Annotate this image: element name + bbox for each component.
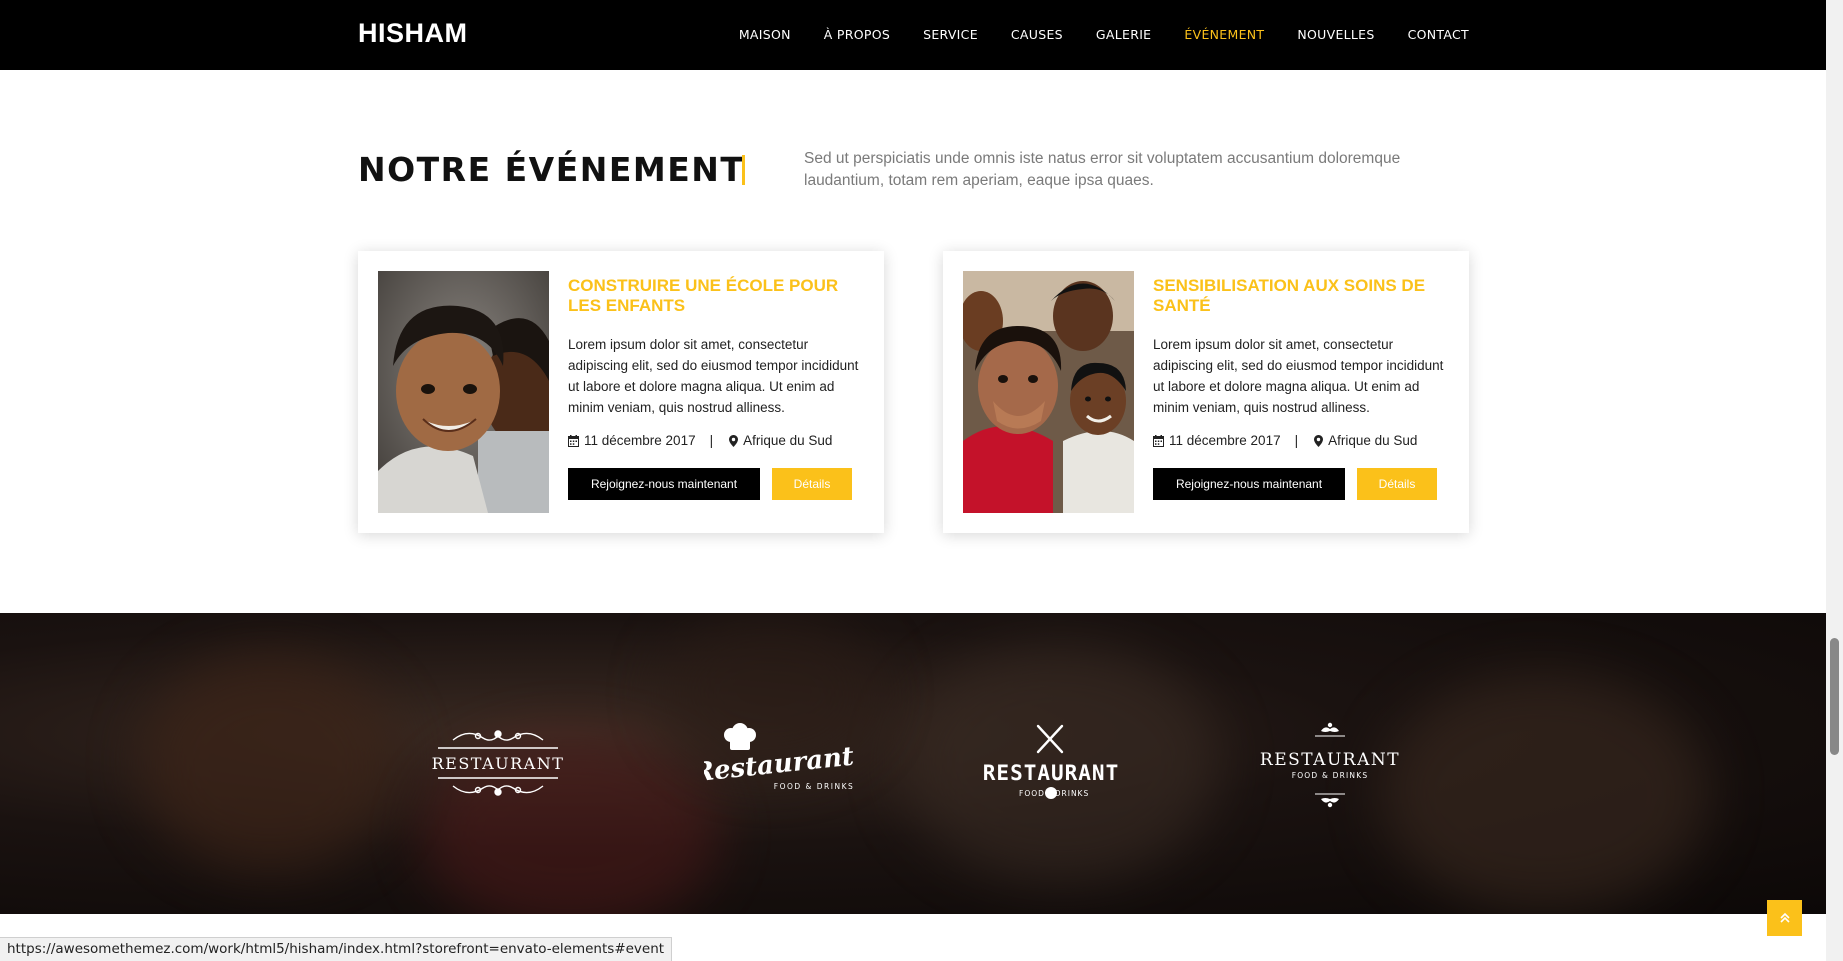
chef-hat-icon	[724, 723, 756, 750]
double-chevron-up-icon	[1779, 912, 1790, 923]
event-text: Lorem ipsum dolor sit amet, consectetur …	[568, 337, 859, 415]
title-divider	[742, 155, 745, 185]
back-to-top-button[interactable]	[1767, 900, 1802, 936]
main-nav: MAISON À PROPOS SERVICE CAUSES GALERIE É…	[739, 27, 1469, 42]
details-button[interactable]: Détails	[772, 468, 852, 500]
nav-item-causes[interactable]: CAUSES	[1011, 27, 1063, 42]
scrollbar-thumb[interactable]	[1830, 638, 1839, 755]
nav-item-service[interactable]: SERVICE	[923, 27, 978, 42]
event-location: Afrique du Sud	[1314, 433, 1417, 448]
details-button[interactable]: Détails	[1357, 468, 1437, 500]
logo-3-sub-left: FOOD	[1019, 789, 1045, 798]
event-card-body: SENSIBILISATION AUX SOINS DE SANTÉ Lorem…	[1153, 276, 1453, 500]
map-pin-icon	[1314, 434, 1324, 447]
event-actions: Rejoignez-nous maintenant Détails	[1153, 468, 1453, 500]
map-pin-icon	[729, 434, 739, 447]
background-blur	[1380, 673, 1710, 913]
nav-item-maison[interactable]: MAISON	[739, 27, 791, 42]
logo-1-word: RESTAURANT	[432, 754, 565, 773]
restaurant-logo-1[interactable]: RESTAURANT	[423, 718, 573, 808]
join-button[interactable]: Rejoignez-nous maintenant	[568, 468, 760, 500]
event-location-text: Afrique du Sud	[1328, 433, 1418, 448]
event-text: Lorem ipsum dolor sit amet, consectetur …	[1153, 337, 1444, 415]
logo-2-sub: FOOD & DRINKS	[774, 782, 854, 791]
nav-item-evenement[interactable]: ÉVÉNEMENT	[1184, 27, 1264, 42]
event-date-text: 11 décembre 2017	[584, 433, 696, 448]
restaurant-logo-4[interactable]: RESTAURANT FOOD & DRINKS	[1255, 721, 1405, 811]
navbar: HISHAM MAISON À PROPOS SERVICE CAUSES GA…	[0, 0, 1826, 70]
nav-item-nouvelles[interactable]: NOUVELLES	[1297, 27, 1374, 42]
event-title[interactable]: CONSTRUIRE UNE ÉCOLE POUR LES ENFANTS	[568, 276, 868, 316]
nav-item-galerie[interactable]: GALERIE	[1096, 27, 1151, 42]
brand-logo[interactable]: HISHAM	[358, 18, 468, 49]
page-scrollbar[interactable]	[1826, 0, 1843, 961]
page: HISHAM MAISON À PROPOS SERVICE CAUSES GA…	[0, 0, 1843, 961]
event-photo-children	[963, 271, 1134, 513]
section-title: NOTRE ÉVÉNEMENT	[358, 150, 745, 189]
event-card-health: SENSIBILISATION AUX SOINS DE SANTÉ Lorem…	[943, 251, 1469, 533]
logo-3-sub-right: DRINKS	[1055, 789, 1090, 798]
nav-item-a-propos[interactable]: À PROPOS	[824, 27, 890, 42]
event-image-girls	[963, 271, 1134, 513]
calendar-icon	[568, 434, 579, 447]
event-photo-boys	[378, 271, 549, 513]
nav-item-contact[interactable]: CONTACT	[1408, 27, 1469, 42]
join-button[interactable]: Rejoignez-nous maintenant	[1153, 468, 1345, 500]
calendar-icon	[1153, 434, 1164, 447]
event-meta: 11 décembre 2017 | Afrique du Sud	[1153, 433, 1453, 448]
event-location-text: Afrique du Sud	[743, 433, 833, 448]
event-card-body: CONSTRUIRE UNE ÉCOLE POUR LES ENFANTS Lo…	[568, 276, 868, 500]
logo-4-sub: FOOD & DRINKS	[1292, 771, 1369, 780]
partner-logos-section: RESTAURANT Restaurant FOOD & DRINKS REST…	[0, 613, 1826, 914]
event-location: Afrique du Sud	[729, 433, 832, 448]
event-date: 11 décembre 2017	[568, 433, 696, 448]
event-date: 11 décembre 2017	[1153, 433, 1281, 448]
restaurant-logo-2[interactable]: Restaurant FOOD & DRINKS	[704, 721, 854, 811]
event-actions: Rejoignez-nous maintenant Détails	[568, 468, 868, 500]
event-title[interactable]: SENSIBILISATION AUX SOINS DE SANTÉ	[1153, 276, 1453, 316]
browser-status-url: https://awesomethemez.com/work/html5/his…	[0, 937, 673, 961]
meta-separator: |	[1294, 433, 1299, 448]
logo-3-word: RESTAURANT	[983, 761, 1119, 785]
event-meta: 11 décembre 2017 | Afrique du Sud	[568, 433, 868, 448]
meta-separator: |	[709, 433, 714, 448]
fork-knife-icon	[1036, 724, 1064, 754]
restaurant-logo-3[interactable]: RESTAURANT FOOD DRINKS	[976, 721, 1126, 811]
background-blur	[140, 653, 400, 873]
event-card-school: CONSTRUIRE UNE ÉCOLE POUR LES ENFANTS Lo…	[358, 251, 884, 533]
logo-4-word: RESTAURANT	[1260, 750, 1400, 770]
event-date-text: 11 décembre 2017	[1169, 433, 1281, 448]
section-description: Sed ut perspiciatis unde omnis iste natu…	[804, 150, 1401, 189]
event-image-boys	[378, 271, 549, 513]
